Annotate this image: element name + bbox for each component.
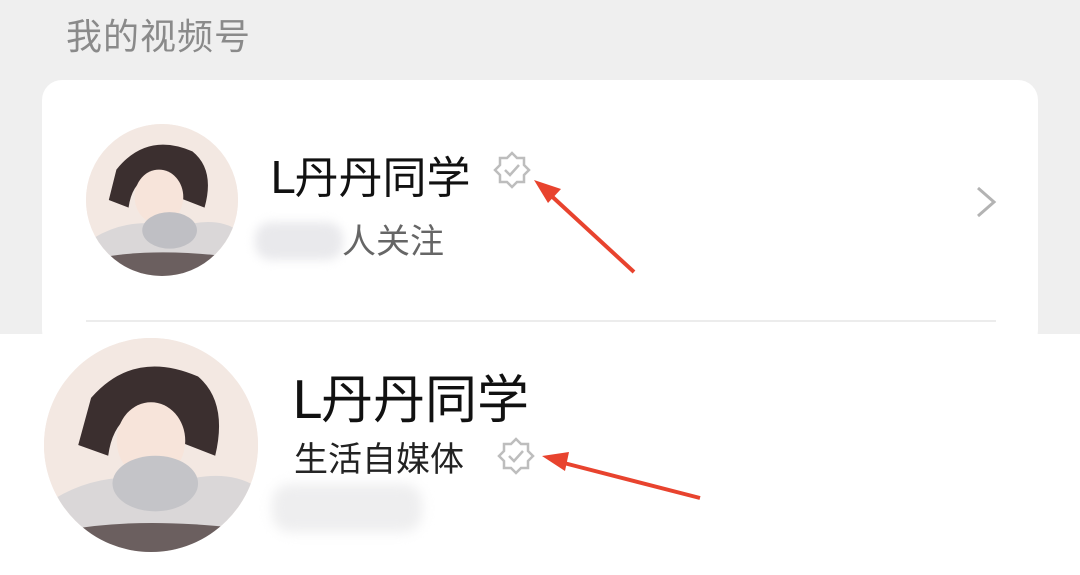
chevron-right-icon[interactable] — [970, 182, 1002, 222]
verified-badge-icon — [497, 437, 535, 475]
avatar[interactable] — [44, 338, 258, 552]
blurred-follower-count — [255, 222, 343, 260]
verified-badge-icon — [493, 151, 531, 189]
avatar[interactable] — [86, 124, 238, 276]
followers-label: 人关注 — [342, 222, 444, 262]
profile-category: 生活自媒体 — [294, 440, 464, 480]
divider — [86, 320, 996, 322]
profile-name: L丹丹同学 — [292, 371, 529, 431]
avatar-illustration — [86, 124, 238, 276]
blurred-stats — [272, 484, 422, 532]
section-title: 我的视频号 — [66, 17, 252, 58]
account-name: L丹丹同学 — [270, 153, 471, 204]
avatar-illustration — [44, 338, 258, 552]
